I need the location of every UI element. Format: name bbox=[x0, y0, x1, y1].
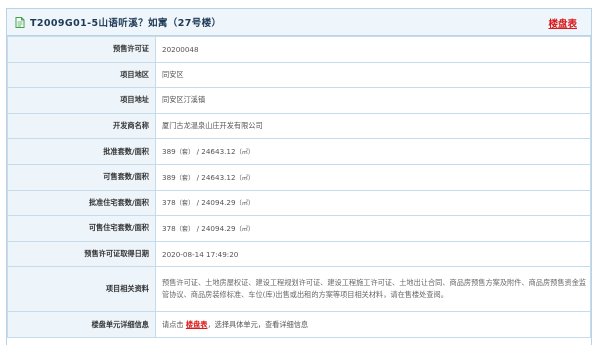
area-value: / 24094.29 bbox=[196, 223, 236, 233]
document-icon bbox=[15, 16, 25, 28]
table-row: 项目相关资料 预售许可证、土地房屋权证、建设工程规划许可证、建设工程施工许可证、… bbox=[7, 266, 591, 313]
unit-count-suffix: （套） bbox=[175, 200, 195, 208]
unit-count-suffix: （套） bbox=[175, 174, 195, 182]
table-row: 可售套数/面积 389（套） / 24643.12（㎡） bbox=[7, 163, 591, 191]
row-label: 项目相关资料 bbox=[7, 266, 156, 313]
panel-header: T2009G01-5山语听溪？如寓（27号楼） 楼盘表 bbox=[7, 9, 591, 36]
table-row: 批准住宅套数/面积 378（套） / 24094.29（㎡） bbox=[7, 189, 591, 217]
row-label: 楼盘单元详细信息 bbox=[7, 311, 156, 338]
project-address-value: 同安区汀溪镇 bbox=[155, 87, 591, 114]
table-row: 预售许可证 20200048 bbox=[7, 36, 591, 63]
approved-residential-units-area-value: 378（套） / 24094.29（㎡） bbox=[155, 189, 591, 217]
area-unit: （㎡） bbox=[235, 174, 255, 182]
building-table-inline-link[interactable]: 楼盘表 bbox=[186, 320, 208, 329]
row-label: 批准住宅套数/面积 bbox=[7, 189, 156, 217]
building-table-link[interactable]: 楼盘表 bbox=[548, 16, 577, 30]
area-value: / 24643.12 bbox=[196, 147, 236, 157]
unit-details-suffix: ，选择具体单元，查看详细信息 bbox=[207, 319, 309, 329]
row-label: 开发商名称 bbox=[7, 112, 156, 140]
unit-details-value: 请点击 楼盘表，选择具体单元，查看详细信息 bbox=[155, 311, 591, 338]
unit-count: 378 bbox=[162, 198, 176, 208]
row-label: 项目地址 bbox=[7, 87, 156, 114]
area-unit: （㎡） bbox=[235, 225, 255, 233]
unit-count-suffix: （套） bbox=[175, 225, 195, 233]
unit-count: 378 bbox=[162, 223, 176, 233]
permit-date-value: 2020-08-14 17:49:20 bbox=[155, 240, 591, 268]
approved-units-area-value: 389（套） / 24643.12（㎡） bbox=[155, 138, 591, 165]
row-label: 预售许可证 bbox=[7, 36, 156, 63]
project-district-value: 同安区 bbox=[155, 61, 591, 89]
unit-details-prefix: 请点击 bbox=[162, 319, 184, 329]
row-label: 可售住宅套数/面积 bbox=[7, 215, 156, 242]
page-title: T2009G01-5山语听溪？如寓（27号楼） bbox=[30, 18, 222, 29]
table-row: 批准套数/面积 389（套） / 24643.12（㎡） bbox=[7, 138, 591, 165]
area-value: / 24643.12 bbox=[196, 172, 236, 182]
table-row: 可售住宅套数/面积 378（套） / 24094.29（㎡） bbox=[7, 215, 591, 242]
table-row: 项目地区 同安区 bbox=[7, 61, 591, 89]
presale-info-panel: T2009G01-5山语听溪？如寓（27号楼） 楼盘表 预售许可证 202000… bbox=[6, 8, 592, 345]
saleable-units-area-value: 389（套） / 24643.12（㎡） bbox=[155, 163, 591, 191]
row-label: 项目地区 bbox=[7, 61, 156, 89]
table-row: 开发商名称 厦门古龙温泉山庄开发有限公司 bbox=[7, 112, 591, 140]
table-row: 项目地址 同安区汀溪镇 bbox=[7, 87, 591, 114]
area-unit: （㎡） bbox=[235, 200, 255, 208]
unit-count-suffix: （套） bbox=[175, 149, 195, 157]
developer-name-value: 厦门古龙温泉山庄开发有限公司 bbox=[155, 112, 591, 140]
presale-permit-value: 20200048 bbox=[155, 36, 591, 63]
unit-count: 389 bbox=[162, 172, 176, 182]
row-label: 批准套数/面积 bbox=[7, 138, 156, 165]
area-value: / 24094.29 bbox=[196, 198, 236, 208]
unit-count: 389 bbox=[162, 147, 176, 157]
row-label: 可售套数/面积 bbox=[7, 163, 156, 191]
area-unit: （㎡） bbox=[235, 149, 255, 157]
project-documents-value: 预售许可证、土地房屋权证、建设工程规划许可证、建设工程施工许可证、土地出让合同、… bbox=[155, 266, 591, 313]
table-row: 楼盘单元详细信息 请点击 楼盘表，选择具体单元，查看详细信息 bbox=[7, 311, 591, 338]
saleable-residential-units-area-value: 378（套） / 24094.29（㎡） bbox=[155, 215, 591, 242]
table-row: 预售许可证取得日期 2020-08-14 17:49:20 bbox=[7, 240, 591, 268]
row-label: 预售许可证取得日期 bbox=[7, 240, 156, 268]
info-table: 预售许可证 20200048 项目地区 同安区 项目地址 同安区汀溪镇 开发商名… bbox=[7, 36, 591, 338]
